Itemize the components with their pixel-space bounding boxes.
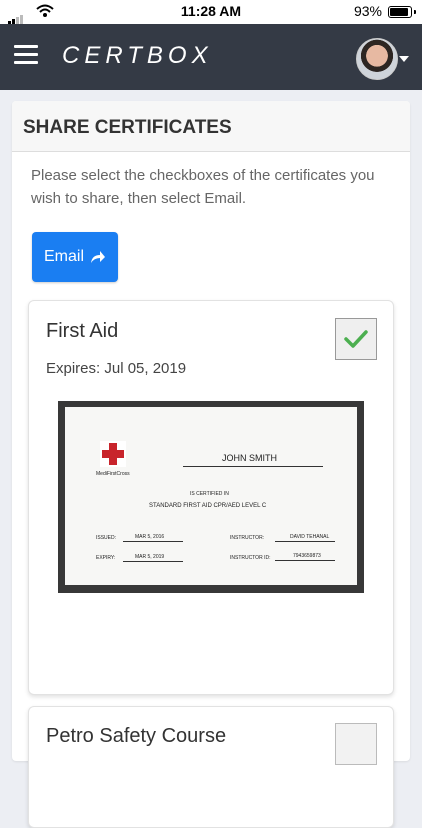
expiry-underline [123, 561, 183, 562]
hamburger-icon[interactable] [14, 45, 38, 65]
checkmark-icon [344, 330, 368, 348]
issued-date: MAR 5, 2016 [135, 534, 165, 540]
instructor-id: 7943659873 [293, 553, 321, 559]
certificate-name: Petro Safety Course [46, 725, 227, 747]
certified-text: IS CERTIFIED IN [190, 491, 229, 497]
certificate-paper: MediFirstCross JOHN SMITH IS CERTIFIED I… [65, 407, 357, 585]
page-title: SHARE CERTIFICATES [23, 117, 232, 138]
instructions-text: Please select the checkboxes of the cert… [31, 167, 375, 207]
certificate-checkbox-first-aid[interactable] [335, 318, 377, 360]
share-arrow-icon [91, 251, 105, 263]
battery-percent: 93% [353, 3, 382, 19]
instructor-name: DAVID TEHANAL [290, 534, 330, 540]
certificate-name: First Aid [46, 320, 119, 342]
instructor-underline [275, 541, 335, 542]
battery-icon [388, 6, 416, 18]
instructor-id-label: INSTRUCTOR ID: [230, 555, 271, 561]
expiry-date: MAR 5, 2019 [135, 554, 165, 560]
certificate-image: MediFirstCross JOHN SMITH IS CERTIFIED I… [58, 401, 364, 593]
certificate-card-petro-safety: Petro Safety Course [28, 706, 394, 828]
user-avatar[interactable] [356, 38, 398, 80]
certificate-card-first-aid: First Aid Expires: Jul 05, 2019 MediFirs… [28, 300, 394, 695]
status-bar: 11:28 AM 93% [0, 0, 422, 25]
holder-name-underline [183, 466, 323, 467]
expiry-label: EXPIRY: [96, 555, 116, 561]
issued-underline [123, 541, 183, 542]
panel-header: SHARE CERTIFICATES [12, 101, 410, 152]
chevron-down-icon[interactable] [399, 56, 409, 62]
instructor-label: INSTRUCTOR: [230, 535, 265, 541]
certificate-course: STANDARD FIRST AID CPR/AED LEVEL C [149, 503, 267, 509]
email-button[interactable]: Email [32, 232, 118, 282]
share-panel: SHARE CERTIFICATES Please select the che… [12, 101, 410, 828]
email-button-label: Email [43, 248, 84, 265]
instructor-id-underline [275, 560, 335, 561]
issued-label: ISSUED: [96, 535, 117, 541]
certificate-brand: MediFirstCross [96, 471, 130, 477]
certificate-holder-name: JOHN SMITH [222, 453, 277, 463]
medical-cross-logo [100, 441, 126, 467]
brand-logo: CERTBOX [62, 42, 213, 69]
certificate-expiry: Expires: Jul 05, 2019 [46, 360, 187, 377]
top-navbar: CERTBOX [0, 24, 422, 90]
certificate-checkbox-petro-safety[interactable] [335, 723, 377, 765]
